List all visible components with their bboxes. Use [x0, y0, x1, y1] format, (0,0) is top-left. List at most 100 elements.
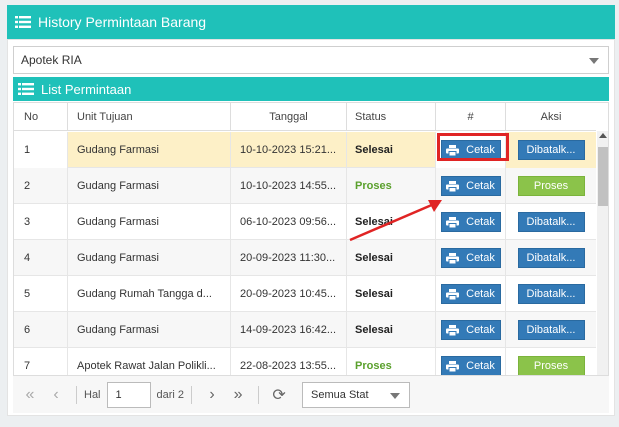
pagination-bar: « ‹ Hal 1 dari 2 › » ⟳ Semua Stat [13, 375, 609, 413]
cell-unit: Gudang Farmasi [68, 132, 231, 168]
cell-no: 6 [14, 312, 68, 348]
prev-page-icon[interactable]: ‹ [43, 385, 69, 405]
col-header-status[interactable]: Status [347, 103, 436, 131]
cell-cetak: Cetak [436, 204, 506, 240]
table-row[interactable]: 1 Gudang Farmasi 10-10-2023 15:21... Sel… [14, 132, 596, 168]
cell-no: 4 [14, 240, 68, 276]
col-header-no[interactable]: No [14, 103, 68, 131]
table-row[interactable]: 2 Gudang Farmasi 10-10-2023 14:55... Pro… [14, 168, 596, 204]
list-icon [18, 83, 34, 95]
list-title: List Permintaan [41, 81, 132, 97]
app-frame: History Permintaan Barang Apotek RIA Lis… [0, 0, 619, 427]
cetak-label: Cetak [466, 216, 495, 228]
cell-status: Proses [347, 168, 436, 204]
cetak-button[interactable]: Cetak [440, 320, 501, 340]
dibatalkan-button[interactable]: Dibatalk... [517, 140, 585, 160]
printer-icon [446, 360, 460, 372]
next-page-icon[interactable]: › [199, 385, 225, 405]
page-header: History Permintaan Barang [7, 5, 615, 39]
cell-tanggal: 10-10-2023 14:55... [231, 168, 347, 204]
scroll-thumb[interactable] [598, 147, 608, 206]
dibatalkan-button[interactable]: Dibatalk... [517, 212, 585, 232]
table-row[interactable]: 3 Gudang Farmasi 06-10-2023 09:56... Sel… [14, 204, 596, 240]
printer-icon [446, 180, 460, 192]
page-number-input[interactable]: 1 [106, 381, 151, 408]
cell-cetak: Cetak [436, 312, 506, 348]
cetak-button[interactable]: Cetak [440, 356, 501, 376]
dari-label: dari 2 [156, 388, 185, 401]
cell-no: 5 [14, 276, 68, 312]
cell-status: Selesai [347, 276, 436, 312]
col-header-hash: # [436, 103, 506, 131]
cetak-button[interactable]: Cetak [440, 284, 501, 304]
cell-unit: Gudang Rumah Tangga d... [68, 276, 231, 312]
printer-icon [446, 252, 460, 264]
cetak-button[interactable]: Cetak [440, 212, 501, 232]
cell-status: Selesai [347, 132, 436, 168]
cell-unit: Gudang Farmasi [68, 204, 231, 240]
cetak-button[interactable]: Cetak [440, 248, 501, 268]
cetak-label: Cetak [466, 180, 495, 192]
apotek-select-value: Apotek RIA [21, 53, 82, 67]
cell-status: Selesai [347, 204, 436, 240]
table-row[interactable]: 6 Gudang Farmasi 14-09-2023 16:42... Sel… [14, 312, 596, 348]
cell-cetak: Cetak [436, 168, 506, 204]
cell-no: 1 [14, 132, 68, 168]
cell-tanggal: 20-09-2023 10:45... [231, 276, 347, 312]
col-header-aksi: Aksi [540, 111, 562, 123]
main-panel: Apotek RIA List Permintaan No Unit Tujua… [7, 39, 615, 416]
apotek-select[interactable]: Apotek RIA [13, 46, 609, 74]
col-header-unit[interactable]: Unit Tujuan [68, 103, 231, 131]
cell-status: Selesai [347, 312, 436, 348]
cell-unit: Gudang Farmasi [68, 312, 231, 348]
permintaan-table: No Unit Tujuan Tanggal Status # Aksi 1 G… [13, 102, 609, 412]
refresh-icon[interactable]: ⟳ [266, 385, 292, 405]
cetak-button[interactable]: Cetak [440, 140, 501, 160]
printer-icon [446, 288, 460, 300]
printer-icon [446, 144, 460, 156]
cetak-label: Cetak [466, 252, 495, 264]
cell-tanggal: 06-10-2023 09:56... [231, 204, 347, 240]
cell-aksi: Dibatalk... [506, 204, 596, 240]
last-page-icon[interactable]: » [225, 385, 251, 405]
cell-aksi: Dibatalk... [506, 276, 596, 312]
cetak-label: Cetak [466, 144, 495, 156]
caret-down-icon [390, 392, 401, 399]
cell-tanggal: 14-09-2023 16:42... [231, 312, 347, 348]
cetak-button[interactable]: Cetak [440, 176, 501, 196]
first-page-icon[interactable]: « [17, 385, 43, 405]
caret-down-icon [589, 58, 599, 64]
cell-no: 2 [14, 168, 68, 204]
proses-button[interactable]: Proses [517, 176, 585, 196]
page-title: History Permintaan Barang [38, 14, 207, 30]
proses-button[interactable]: Proses [517, 356, 585, 376]
table-row[interactable]: 4 Gudang Farmasi 20-09-2023 11:30... Sel… [14, 240, 596, 276]
printer-icon [446, 216, 460, 228]
cell-aksi: Dibatalk... [506, 240, 596, 276]
cell-unit: Gudang Farmasi [68, 168, 231, 204]
status-filter-select[interactable]: Semua Stat [302, 381, 411, 408]
dibatalkan-button[interactable]: Dibatalk... [517, 284, 585, 304]
dibatalkan-button[interactable]: Dibatalk... [517, 248, 585, 268]
cell-tanggal: 10-10-2023 15:21... [231, 132, 347, 168]
cetak-label: Cetak [466, 324, 495, 336]
cell-aksi: Dibatalk... [506, 132, 596, 168]
scroll-up-icon[interactable] [599, 133, 607, 138]
dibatalkan-button[interactable]: Dibatalk... [517, 320, 585, 340]
col-header-tanggal[interactable]: Tanggal [231, 103, 347, 131]
cell-no: 3 [14, 204, 68, 240]
status-filter-value: Semua Stat [311, 388, 369, 401]
cell-unit: Gudang Farmasi [68, 240, 231, 276]
table-scrollbar[interactable] [597, 131, 608, 411]
table-row[interactable]: 5 Gudang Rumah Tangga d... 20-09-2023 10… [14, 276, 596, 312]
cell-cetak: Cetak [436, 132, 506, 168]
cell-tanggal: 20-09-2023 11:30... [231, 240, 347, 276]
hal-label: Hal [84, 388, 101, 401]
cell-aksi: Dibatalk... [506, 312, 596, 348]
list-header: List Permintaan [13, 77, 609, 101]
list-icon [15, 16, 31, 28]
cell-cetak: Cetak [436, 240, 506, 276]
cell-status: Selesai [347, 240, 436, 276]
pager-divider [191, 385, 193, 404]
cell-cetak: Cetak [436, 276, 506, 312]
